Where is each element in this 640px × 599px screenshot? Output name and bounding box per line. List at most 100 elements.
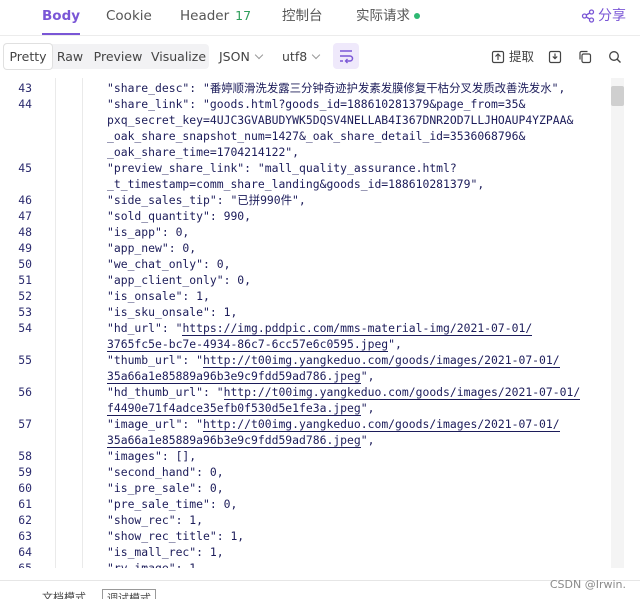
share-label: 分享 [598,8,626,24]
line-number: 43 [18,81,32,95]
code-text: 3765fc5e-bc7e-4934-86c7-6cc57e6c0595.jpe… [107,336,402,352]
line-number: 52 [18,289,32,303]
code-line: _oak_share_time=1704214122", [0,144,600,160]
code-line: 35a66a1e85889a96b3e9c9fdd59ad786.jpeg", [0,432,600,448]
code-line: 52 "is_onsale": 1, [0,288,600,304]
line-number: 49 [18,241,32,255]
type-select[interactable]: JSON [219,44,264,69]
response-toolbar: Pretty Raw Preview Visualize JSON utf8 提… [0,40,640,74]
url-link[interactable]: http://t00img.yangkeduo.com/goods/images… [223,385,581,400]
line-number: 48 [18,225,32,239]
chevron-down-icon [254,50,264,60]
line-number: 61 [18,497,32,511]
url-link[interactable]: f4490e71f4adce35efb0f530d5e1fe3a.jpeg [107,401,361,416]
vertical-scrollbar[interactable] [611,78,624,568]
line-number: 59 [18,465,32,479]
json-key: "hd_thumb_url": " [107,385,224,399]
line-number: 62 [18,513,32,527]
code-text: "is_pre_sale": 0, [107,481,224,495]
status-dot-icon [414,13,420,19]
extract-button[interactable]: 提取 [491,44,534,69]
tab-debug-mode[interactable]: 调试模式 [102,589,156,599]
tab-cookie-label: Cookie [106,8,152,24]
tab-cookie[interactable]: Cookie [106,0,152,35]
code-line: 62 "show_rec": 1, [0,512,600,528]
url-link[interactable]: 3765fc5e-bc7e-4934-86c7-6cc57e6c0595.jpe… [107,337,389,352]
code-text: "rv_image": 1, [107,561,204,568]
code-text: "preview_share_link": "mall_quality_assu… [107,161,457,175]
code-text: "is_mall_rec": 1, [107,545,224,559]
line-number: 58 [18,449,32,463]
code-text: _oak_share_snapshot_num=1427&_oak_share_… [107,129,526,143]
code-line: f4490e71f4adce35efb0f530d5e1fe3a.jpeg", [0,400,600,416]
format-pretty-button[interactable]: Pretty [4,44,52,69]
line-number: 47 [18,209,32,223]
line-number: 51 [18,273,32,287]
code-line: 50 "we_chat_only": 0, [0,256,600,272]
copy-button[interactable] [578,44,592,69]
line-number: 44 [18,97,32,111]
search-button[interactable] [608,44,622,69]
url-link[interactable]: 35a66a1e85889a96b3e9c9fdd59ad786.jpeg [107,433,361,448]
tab-document-mode[interactable]: 文档模式 [42,589,86,599]
line-number: 45 [18,161,32,175]
format-raw-button[interactable]: Raw [52,44,88,69]
code-text: "show_rec": 1, [107,513,204,527]
line-number: 55 [18,353,32,367]
line-number: 46 [18,193,32,207]
extract-label: 提取 [508,49,534,64]
tab-header[interactable]: Header 17 [180,0,251,35]
tab-console[interactable]: 控制台 [282,0,323,35]
code-text: _t_timestamp=comm_share_landing&goods_id… [107,177,485,191]
code-text: "hd_url": "https://img.pddpic.com/mms-ma… [107,320,533,336]
code-line: 46 "side_sales_tip": "已拼990件", [0,192,600,208]
tab-actual-request-label: 实际请求 [356,8,410,24]
url-link[interactable]: http://t00img.yangkeduo.com/goods/images… [203,417,560,432]
line-number: 64 [18,545,32,559]
code-line: 60 "is_pre_sale": 0, [0,480,600,496]
code-text: "app_new": 0, [107,241,197,255]
code-line: pxq_secret_key=4UJC3GVABUDYWK5DQSV4NELLA… [0,112,600,128]
code-text: "we_chat_only": 0, [107,257,231,271]
line-number: 50 [18,257,32,271]
code-line: 63 "show_rec_title": 1, [0,528,600,544]
code-text: "share_link": "goods.html?goods_id=18861… [107,97,526,111]
encoding-select[interactable]: utf8 [282,44,321,69]
chevron-down-icon [311,50,321,60]
code-text: "show_rec_title": 1, [107,529,245,543]
format-visualize-button[interactable]: Visualize [148,44,209,69]
line-number: 65 [18,561,32,568]
code-line: 3765fc5e-bc7e-4934-86c7-6cc57e6c0595.jpe… [0,336,600,352]
code-line: 54 "hd_url": "https://img.pddpic.com/mms-… [0,320,600,336]
code-text: "images": [], [107,449,197,463]
code-text: "hd_thumb_url": "http://t00img.yangkeduo… [107,384,581,400]
line-number: 56 [18,385,32,399]
url-link[interactable]: 35a66a1e85889a96b3e9c9fdd59ad786.jpeg [107,369,361,384]
json-punctuation: ", [388,337,402,351]
code-line: 35a66a1e85889a96b3e9c9fdd59ad786.jpeg", [0,368,600,384]
save-response-button[interactable] [548,44,562,69]
code-text: 35a66a1e85889a96b3e9c9fdd59ad786.jpeg", [107,432,374,448]
code-line: 44 "share_link": "goods.html?goods_id=188… [0,96,600,112]
scrollbar-thumb[interactable] [611,86,624,106]
mode-bar: 文档模式 调试模式 [0,580,640,599]
format-preview-button[interactable]: Preview [90,44,146,69]
share-button[interactable]: 分享 [581,0,626,35]
code-line: 53 "is_sku_onsale": 1, [0,304,600,320]
url-link[interactable]: http://t00img.yangkeduo.com/goods/images… [203,353,560,368]
wrap-lines-icon [340,50,354,64]
wrap-lines-button[interactable] [333,43,359,69]
json-key: "thumb_url": " [107,353,204,367]
tab-actual-request[interactable]: 实际请求 [356,0,420,35]
tab-header-label: Header [180,8,230,24]
code-line: 49 "app_new": 0, [0,240,600,256]
json-key: "image_url": " [107,417,204,431]
code-text: "side_sales_tip": "已拼990件", [107,193,306,207]
code-text: "is_sku_onsale": 1, [107,305,238,319]
format-switcher: Pretty Raw Preview Visualize [4,44,209,69]
json-code-view[interactable]: 43 "share_desc": "番婷顺滑洗发露三分钟奇迹护发素发膜修复干枯分叉… [0,78,640,568]
code-line: 43 "share_desc": "番婷顺滑洗发露三分钟奇迹护发素发膜修复干枯分叉… [0,80,600,96]
url-link[interactable]: https://img.pddpic.com/mms-material-img/… [182,321,533,336]
tab-body[interactable]: Body [42,0,81,35]
code-line: 57 "image_url": "http://t00img.yangkeduo.… [0,416,600,432]
